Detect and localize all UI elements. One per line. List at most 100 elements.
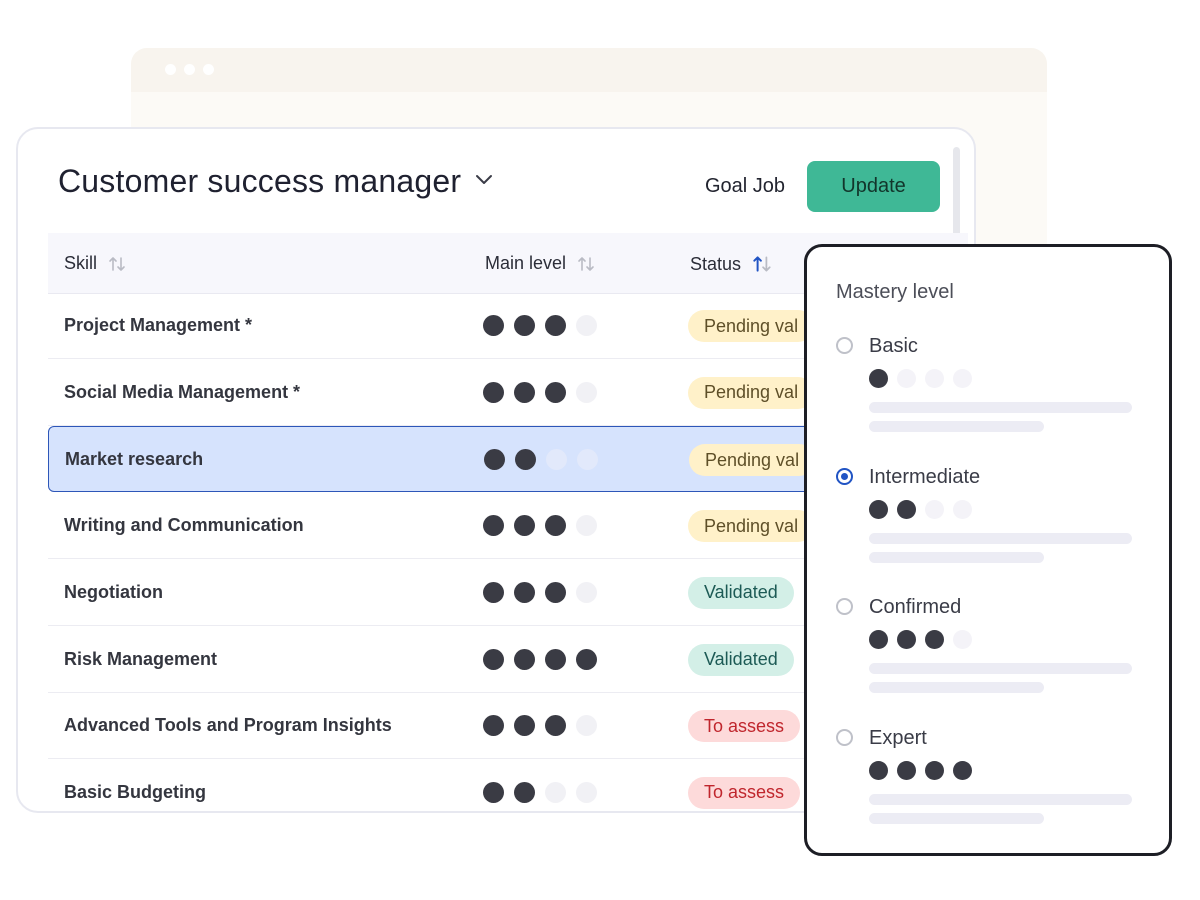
level-dot-empty [925,369,944,388]
level-indicator [483,381,597,403]
level-dot-filled [483,781,504,803]
level-dot-filled [545,381,566,403]
level-dot-filled [483,715,504,737]
level-dot-empty [576,381,597,403]
level-dot-filled [483,515,504,537]
mastery-option-label: Expert [869,727,927,750]
status-badge: Validated [688,643,794,676]
level-dot-filled [483,648,504,670]
level-indicator [483,715,597,737]
skill-name: Basic Budgeting [64,781,207,802]
column-header-label: Main level [485,253,567,273]
level-dot-filled [514,515,535,537]
level-dot-filled [484,449,505,471]
mastery-option-label: Intermediate [869,465,981,488]
level-dot-filled [514,381,535,403]
skill-name: Advanced Tools and Program Insights [64,715,392,736]
radio-icon[interactable] [836,729,853,747]
level-dot-empty [576,715,597,737]
level-dot-empty [576,515,597,537]
level-dot-filled [897,630,916,650]
mastery-level-indicator [869,369,972,388]
level-indicator [484,449,598,471]
level-dot-filled [483,381,504,403]
level-dot-empty [546,449,567,471]
sort-icon[interactable] [576,254,596,274]
level-indicator [483,315,597,336]
level-dot-filled [953,761,972,781]
level-dot-filled [514,715,535,737]
sort-ascending-icon[interactable] [751,253,773,275]
level-dot-empty [576,581,597,603]
status-badge: Pending val [688,510,815,543]
radio-icon[interactable] [836,337,853,354]
radio-icon[interactable] [836,598,853,616]
level-indicator [483,781,597,803]
level-dot-empty [925,499,944,519]
column-header-skill[interactable]: Skill [64,253,127,274]
level-dot-filled [514,315,535,336]
mastery-option-intermediate[interactable]: Intermediate [836,466,1146,566]
level-indicator [483,648,597,670]
column-header-status[interactable]: Status [690,253,773,275]
skill-name: Negotiation [64,581,163,602]
update-button[interactable]: Update [807,161,940,212]
radio-selected-icon[interactable] [836,467,853,485]
mastery-level-indicator [869,761,972,781]
level-dot-filled [925,630,944,650]
window-dot-icon [184,64,195,75]
column-header-main-level[interactable]: Main level [485,253,596,274]
level-indicator [483,581,597,603]
status-badge: Pending val [688,376,815,409]
description-placeholder [869,402,1132,413]
level-dot-empty [953,630,972,650]
mastery-option-confirmed[interactable]: Confirmed [836,596,1146,696]
level-dot-filled [514,648,535,670]
mastery-option-label: Basic [869,335,918,357]
job-title[interactable]: Customer success manager [58,163,461,200]
skill-name: Risk Management [64,648,218,669]
popover-title: Mastery level [836,281,954,303]
level-dot-filled [925,761,944,781]
level-dot-filled [869,761,888,781]
status-badge: To assess [688,710,801,743]
mastery-level-popover: Mastery level Basic Intermediate Confirmed… [804,244,1172,856]
level-dot-empty [953,499,972,519]
status-badge: To assess [688,776,801,809]
level-dot-filled [545,515,566,537]
level-dot-filled [897,761,916,781]
mastery-option-expert[interactable]: Expert [836,727,1146,827]
level-dot-empty [545,781,566,803]
description-placeholder [869,813,1044,825]
level-dot-filled [545,315,566,336]
description-placeholder [869,663,1132,675]
sort-icon[interactable] [107,254,127,274]
level-dot-filled [869,499,888,519]
description-placeholder [869,421,1044,432]
skill-name: Project Management * [64,315,253,335]
chevron-down-icon[interactable] [474,173,494,187]
column-header-label: Skill [64,253,98,273]
level-indicator [483,515,597,537]
description-placeholder [869,794,1132,806]
mastery-option-basic[interactable]: Basic [836,335,1146,435]
level-dot-filled [545,715,566,737]
description-placeholder [869,682,1044,694]
level-dot-filled [514,581,535,603]
level-dot-filled [576,648,597,670]
level-dot-filled [515,449,536,471]
mastery-level-indicator [869,630,972,650]
level-dot-filled [897,499,916,519]
description-placeholder [869,551,1044,563]
description-placeholder [869,532,1132,544]
level-dot-empty [897,369,916,388]
level-dot-empty [577,449,598,471]
level-dot-filled [545,581,566,603]
status-badge: Pending val [689,444,816,477]
status-badge: Validated [688,576,794,609]
window-dot-icon [203,64,214,75]
level-dot-filled [514,781,535,803]
level-dot-empty [576,315,597,336]
level-dot-filled [483,315,504,336]
level-dot-filled [545,648,566,670]
